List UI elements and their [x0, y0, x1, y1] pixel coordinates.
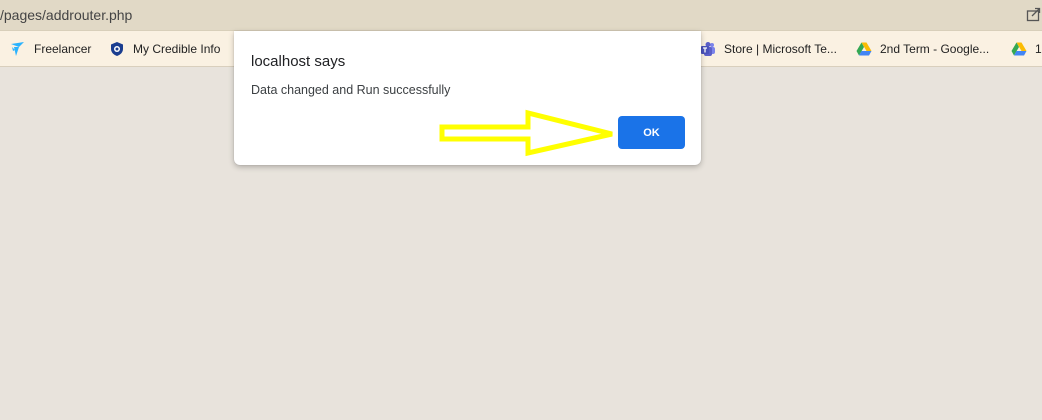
dialog-message: Data changed and Run successfully — [251, 83, 451, 97]
yellow-arrow-annotation — [439, 109, 613, 157]
ok-button[interactable]: OK — [618, 116, 685, 149]
google-drive-icon — [1011, 42, 1027, 56]
bookmark-label: 1 — [1035, 42, 1042, 56]
bookmark-label: Store | Microsoft Te... — [724, 42, 837, 56]
url-text[interactable]: /pages/addrouter.php — [0, 7, 132, 23]
bookmark-label: My Credible Info — [133, 42, 221, 56]
bookmark-store-microsoft-teams[interactable]: Store | Microsoft Te... — [700, 40, 837, 58]
shield-icon — [111, 42, 123, 56]
teams-icon — [701, 42, 715, 56]
bookmark-label: Freelancer — [34, 42, 92, 56]
bookmark-google-drive-truncated[interactable]: 1 — [1011, 40, 1042, 58]
bookmark-freelancer[interactable]: Freelancer — [10, 40, 91, 58]
bookmark-label: 2nd Term - Google... — [880, 42, 990, 56]
address-bar[interactable]: /pages/addrouter.php — [0, 0, 1042, 31]
share-icon[interactable] — [1026, 6, 1042, 22]
google-drive-icon — [856, 42, 872, 56]
bookmark-my-credible-info[interactable]: My Credible Info — [109, 40, 220, 58]
dialog-title: localhost says — [251, 53, 346, 70]
bookmark-2nd-term-google[interactable]: 2nd Term - Google... — [856, 40, 989, 58]
freelancer-icon — [11, 42, 24, 56]
